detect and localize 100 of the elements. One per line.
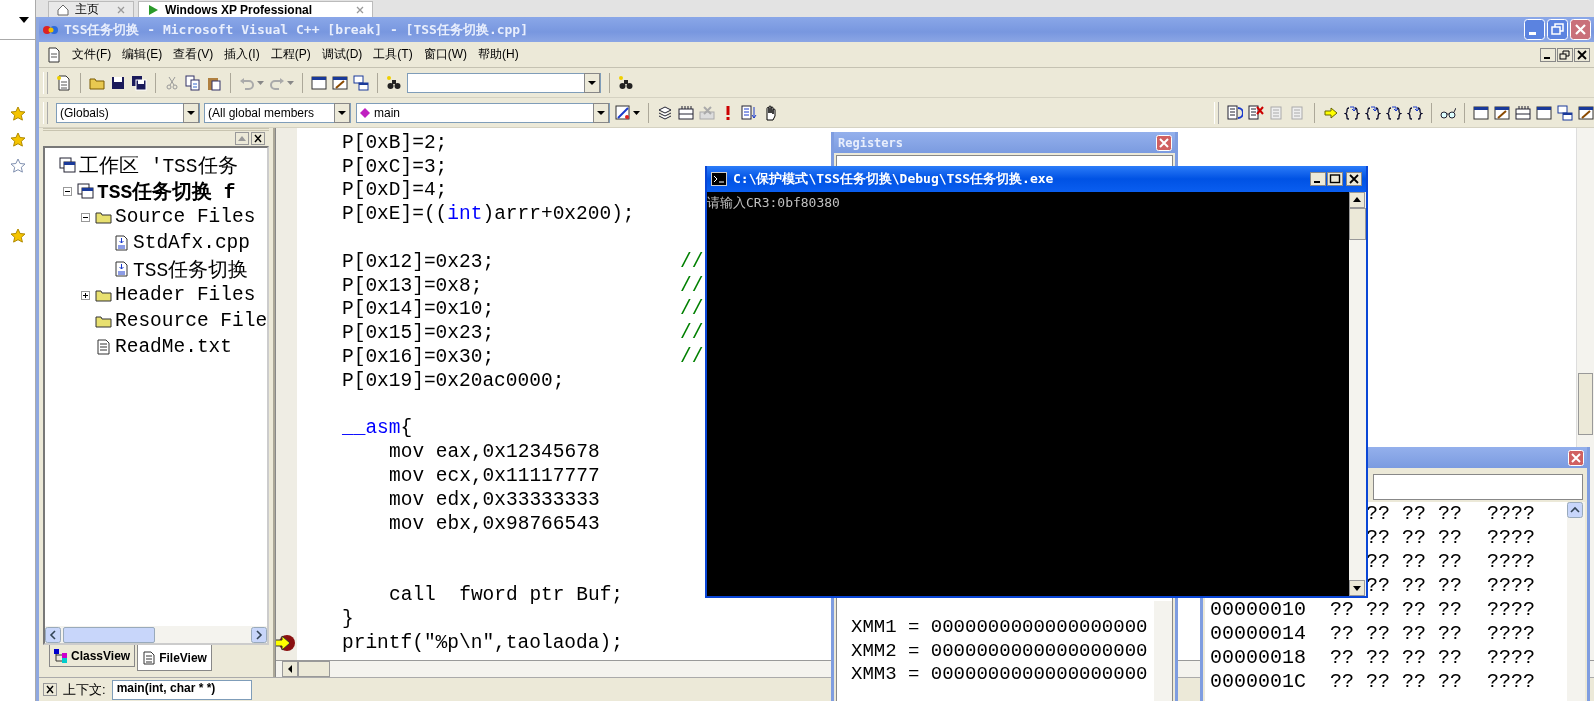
tree-item[interactable]: TSS任务切换 f bbox=[97, 177, 236, 205]
code-line: call fword ptr Buf; bbox=[388, 584, 625, 607]
minimize-icon[interactable] bbox=[1540, 47, 1556, 62]
filter-combo[interactable]: (All global members bbox=[204, 102, 351, 123]
binoculars-icon[interactable] bbox=[618, 74, 634, 91]
close-icon[interactable] bbox=[251, 132, 265, 145]
project-icon bbox=[59, 157, 76, 173]
menu-item[interactable]: 文件(F) bbox=[72, 46, 112, 63]
copy-icon[interactable] bbox=[185, 74, 201, 91]
call-stack-icon[interactable] bbox=[1557, 104, 1573, 121]
close-icon[interactable] bbox=[43, 683, 57, 696]
compile-icon[interactable] bbox=[657, 104, 673, 121]
expander-icon[interactable] bbox=[63, 186, 72, 196]
variables-icon[interactable] bbox=[1494, 104, 1510, 121]
source-file-icon bbox=[113, 235, 130, 251]
scroll-up-icon[interactable] bbox=[1349, 192, 1365, 208]
close-icon[interactable] bbox=[1346, 172, 1362, 186]
menu-item[interactable]: 窗口(W) bbox=[423, 46, 467, 63]
scrollbar[interactable] bbox=[1154, 601, 1172, 701]
code-line: P[0x16]=0x30; bbox=[342, 346, 496, 369]
expander-icon[interactable] bbox=[81, 290, 90, 300]
browser-tab[interactable]: 主页 bbox=[48, 1, 134, 17]
watch-icon[interactable] bbox=[1473, 104, 1489, 121]
code-comment: // bbox=[680, 250, 704, 273]
class-combo[interactable]: (Globals) bbox=[56, 102, 200, 123]
star-icon[interactable] bbox=[9, 132, 26, 148]
binoculars-icon[interactable] bbox=[386, 74, 402, 91]
panel-tab[interactable]: FileView bbox=[137, 645, 212, 671]
scroll-thumb[interactable] bbox=[1349, 208, 1366, 240]
step-into-icon[interactable] bbox=[1344, 104, 1360, 121]
text-file-icon bbox=[142, 650, 157, 665]
tree-item[interactable]: TSS任务切换 bbox=[133, 255, 249, 283]
memory-byte: ?? bbox=[1366, 526, 1391, 550]
caret-icon[interactable] bbox=[593, 102, 609, 123]
wizard-icon[interactable] bbox=[615, 104, 631, 121]
member-combo[interactable]: main bbox=[356, 102, 610, 123]
scrollbar[interactable] bbox=[45, 626, 267, 643]
windows-icon[interactable] bbox=[353, 74, 369, 91]
save-all-icon[interactable] bbox=[131, 74, 147, 91]
tree-item[interactable]: ReadMe.txt bbox=[115, 336, 233, 358]
menu-item[interactable]: 工程(P) bbox=[270, 46, 311, 63]
tree-item[interactable]: 工作区 'TSS任务 bbox=[79, 151, 238, 179]
scrollbar[interactable] bbox=[1349, 192, 1366, 596]
menu-item[interactable]: 插入(I) bbox=[224, 46, 260, 63]
step-out-icon[interactable] bbox=[1386, 104, 1402, 121]
find-combo-field[interactable] bbox=[407, 72, 601, 93]
tree-item[interactable]: Resource File bbox=[115, 310, 267, 332]
save-icon[interactable] bbox=[110, 74, 126, 91]
star-icon[interactable] bbox=[9, 106, 26, 122]
tree-item[interactable]: Header Files bbox=[115, 284, 256, 306]
document-icon[interactable] bbox=[47, 46, 61, 63]
memory-byte: ?? bbox=[1438, 526, 1463, 550]
caret-icon[interactable] bbox=[334, 102, 350, 123]
register-value: XMM1 = 0000000000000000000 bbox=[851, 616, 1149, 640]
close-icon[interactable] bbox=[1574, 47, 1590, 62]
maximize-icon[interactable] bbox=[1327, 172, 1343, 186]
menu-item[interactable]: 调试(D) bbox=[321, 46, 363, 63]
scroll-thumb[interactable] bbox=[298, 661, 330, 677]
arrow-icon[interactable] bbox=[1323, 104, 1339, 121]
window-icon[interactable] bbox=[311, 74, 327, 91]
scroll-down-icon[interactable] bbox=[1349, 580, 1365, 596]
menu-item[interactable]: 编辑(E) bbox=[122, 46, 163, 63]
window-pen-icon[interactable] bbox=[332, 74, 348, 91]
disassembly-icon[interactable] bbox=[1578, 104, 1594, 121]
list-arrow-icon[interactable] bbox=[741, 104, 757, 121]
restart-icon[interactable] bbox=[1227, 104, 1243, 121]
new-file-icon[interactable] bbox=[56, 74, 72, 91]
code-comment: // bbox=[680, 346, 704, 369]
memory-byte: ?? bbox=[1402, 646, 1427, 670]
tree-item[interactable]: StdAfx.cpp bbox=[133, 232, 251, 254]
menu-item[interactable]: 查看(V) bbox=[173, 46, 214, 63]
scroll-up-icon[interactable] bbox=[1567, 502, 1583, 518]
scroll-right-icon[interactable] bbox=[251, 626, 267, 643]
expander-icon[interactable] bbox=[81, 212, 90, 222]
panel-tab[interactable]: ClassView bbox=[49, 645, 136, 667]
scroll-left-icon[interactable] bbox=[282, 661, 298, 677]
run-to-cursor-icon[interactable] bbox=[1407, 104, 1423, 121]
memory-byte: ?? bbox=[1330, 598, 1355, 622]
star-icon[interactable] bbox=[9, 158, 26, 174]
caret-icon[interactable] bbox=[633, 110, 640, 115]
scroll-left-icon[interactable] bbox=[45, 626, 61, 643]
stop-debugging-icon[interactable] bbox=[1248, 104, 1264, 121]
context-field[interactable]: main(int, char * *) bbox=[111, 679, 252, 700]
registers-icon[interactable] bbox=[1515, 104, 1531, 121]
build-icon[interactable] bbox=[678, 104, 694, 121]
restore-icon[interactable] bbox=[1557, 47, 1573, 62]
minimize-icon[interactable] bbox=[1310, 172, 1326, 186]
step-over-icon[interactable] bbox=[1365, 104, 1381, 121]
caret-icon[interactable] bbox=[183, 102, 199, 123]
scrollbar[interactable] bbox=[1567, 502, 1585, 701]
memory-icon[interactable] bbox=[1536, 104, 1552, 121]
menu-item[interactable]: 工具(T) bbox=[373, 46, 413, 63]
star-icon[interactable] bbox=[9, 228, 26, 244]
browser-tab[interactable]: Windows XP Professional bbox=[138, 1, 373, 17]
menu-item[interactable]: 帮助(H) bbox=[478, 46, 519, 63]
scroll-thumb[interactable] bbox=[1578, 373, 1593, 435]
caret-icon[interactable] bbox=[584, 72, 600, 93]
tree-item[interactable]: Source Files bbox=[115, 206, 256, 228]
address-field[interactable] bbox=[1373, 474, 1583, 500]
folder-icon bbox=[95, 313, 112, 329]
